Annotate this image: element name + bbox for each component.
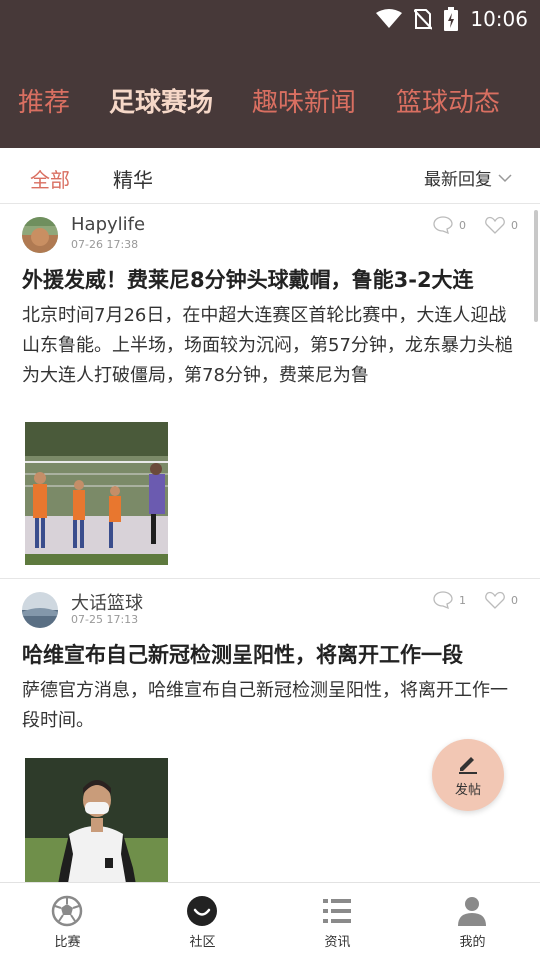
like-count[interactable]: 0: [485, 216, 518, 234]
feed-scrollbar[interactable]: [534, 210, 538, 322]
bottom-nav-label: 资讯: [324, 935, 351, 950]
like-count-value: 0: [511, 593, 518, 607]
like-count-value: 0: [511, 218, 518, 232]
filter-bar: 全部 精华 最新回复: [0, 148, 540, 204]
filter-tab-featured[interactable]: 精华: [113, 164, 153, 193]
no-sim-icon: [414, 9, 433, 30]
post-title[interactable]: 哈维宣布自己新冠检测呈阳性，将离开工作一段: [22, 639, 522, 669]
profile-icon: [458, 897, 486, 926]
post-card[interactable]: Hapylife 07-26 17:38 0 0 外援发威！费莱尼8分钟头球戴帽…: [0, 205, 540, 579]
bottom-nav-label: 我的: [459, 935, 486, 950]
post-image[interactable]: [25, 422, 168, 565]
chevron-down-icon: [498, 173, 512, 182]
bottom-nav-community[interactable]: 社区: [135, 883, 270, 960]
bottom-nav-profile[interactable]: 我的: [405, 883, 540, 960]
avatar[interactable]: [22, 217, 58, 253]
post-image[interactable]: [25, 758, 168, 882]
post-excerpt: 北京时间7月26日，在中超大连赛区首轮比赛中，大连人迎战山东鲁能。上半场，场面较…: [22, 305, 513, 386]
news-list-icon: [323, 899, 351, 923]
comment-icon: [433, 216, 453, 234]
status-time: 10:06: [470, 7, 528, 31]
top-nav: 推荐 足球赛场 趣味新闻 篮球动态: [0, 40, 540, 148]
bottom-nav-matches[interactable]: 比赛: [0, 883, 135, 960]
sort-dropdown[interactable]: 最新回复: [424, 165, 512, 190]
tab-football[interactable]: 足球赛场: [109, 82, 213, 119]
pencil-icon: [459, 757, 477, 774]
heart-icon: [485, 216, 505, 234]
comment-count-value: 1: [459, 593, 466, 607]
avatar[interactable]: [22, 592, 58, 628]
tab-recommend[interactable]: 推荐: [18, 82, 70, 119]
post-card[interactable]: 大话篮球 07-25 17:13 1 0 哈维宣布自己新冠检测呈阳性，将离开工作…: [0, 580, 540, 882]
comment-count[interactable]: 0: [433, 216, 466, 234]
sort-label: 最新回复: [424, 170, 492, 190]
comment-icon: [433, 591, 453, 609]
post-title[interactable]: 外援发威！费莱尼8分钟头球戴帽，鲁能3-2大连: [22, 264, 522, 294]
bottom-nav: 比赛 社区 资讯 我的: [0, 882, 540, 960]
filter-tab-all[interactable]: 全部: [30, 164, 70, 193]
post-time: 07-26 17:38: [71, 238, 139, 251]
new-post-button[interactable]: 发帖: [432, 739, 504, 811]
comment-count[interactable]: 1: [433, 591, 466, 609]
battery-charging-icon: [444, 7, 459, 31]
post-time: 07-25 17:13: [71, 613, 139, 626]
new-post-label: 发帖: [454, 783, 481, 798]
tab-basketball[interactable]: 篮球动态: [396, 82, 500, 119]
bottom-nav-news[interactable]: 资讯: [270, 883, 405, 960]
comment-count-value: 0: [459, 218, 466, 232]
post-author[interactable]: 大话篮球: [71, 589, 143, 615]
post-author[interactable]: Hapylife: [71, 214, 145, 235]
tab-fun-news[interactable]: 趣味新闻: [252, 82, 356, 119]
soccer-ball-icon: [51, 895, 83, 927]
community-icon: [187, 896, 217, 926]
like-count[interactable]: 0: [485, 591, 518, 609]
bottom-nav-label: 比赛: [54, 935, 81, 950]
bottom-nav-label: 社区: [189, 935, 216, 950]
status-icons: 10:06: [376, 6, 528, 32]
wifi-icon: [376, 9, 403, 28]
post-excerpt: 萨德官方消息，哈维宣布自己新冠检测呈阳性，将离开工作一段时间。: [22, 680, 508, 731]
heart-icon: [485, 591, 505, 609]
status-bar: 10:06: [0, 0, 540, 40]
